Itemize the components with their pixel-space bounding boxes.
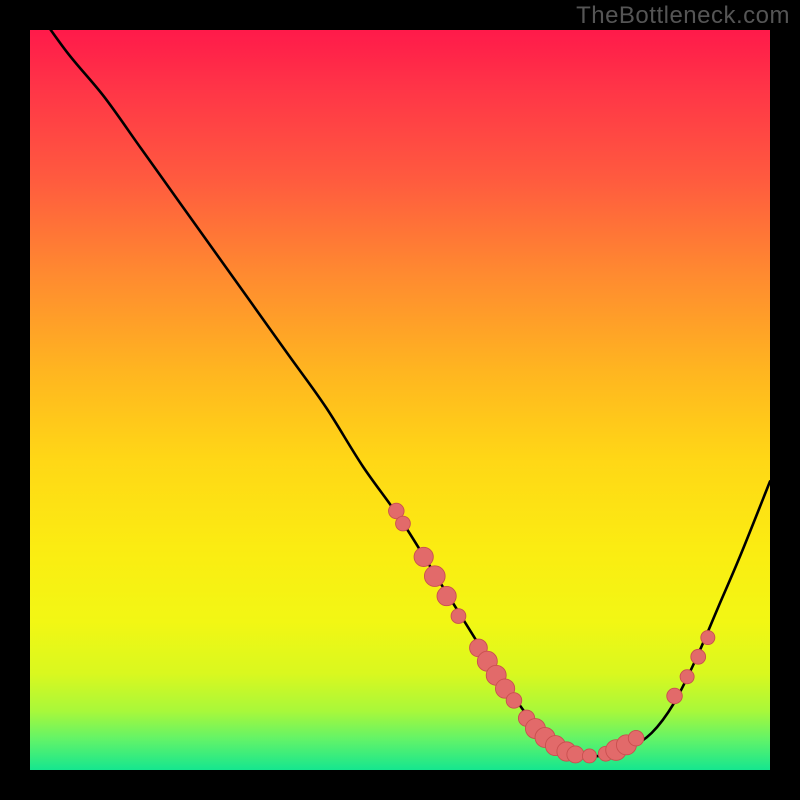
curve-marker <box>680 670 694 684</box>
watermark-text: TheBottleneck.com <box>576 2 790 30</box>
curve-marker <box>567 746 584 763</box>
curve-marker <box>437 586 456 605</box>
curve-marker <box>396 516 411 531</box>
chart-svg <box>30 30 770 770</box>
curve-marker <box>691 649 706 664</box>
curve-marker <box>701 631 715 645</box>
bottleneck-curve-line <box>30 30 770 756</box>
curve-marker <box>414 547 433 566</box>
curve-marker <box>628 730 644 746</box>
curve-marker <box>582 749 596 763</box>
curve-markers <box>389 503 715 763</box>
curve-marker <box>424 566 445 587</box>
chart-plot-area <box>30 30 770 770</box>
curve-marker <box>667 688 683 704</box>
curve-marker <box>451 609 466 624</box>
curve-marker <box>506 693 522 709</box>
